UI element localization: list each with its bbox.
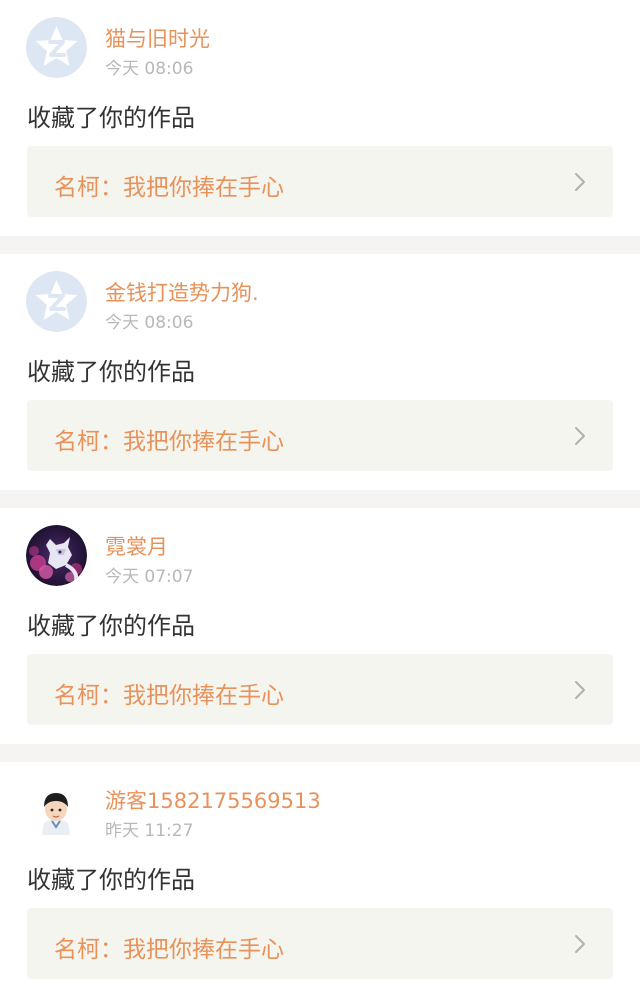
- work-link[interactable]: 名柯：我把你捧在手心: [27, 654, 613, 725]
- username[interactable]: 霓裳月: [105, 531, 168, 561]
- notification-feed: 猫与旧时光 今天 08:06 收藏了你的作品 名柯：我把你捧在手心 金钱打造势力…: [0, 0, 640, 998]
- notification-card: 猫与旧时光 今天 08:06 收藏了你的作品 名柯：我把你捧在手心: [0, 0, 640, 236]
- chevron-right-icon: [575, 427, 585, 445]
- default-avatar-icon[interactable]: [26, 17, 87, 78]
- chevron-right-icon: [575, 173, 585, 191]
- work-title: 名柯：我把你捧在手心: [54, 175, 284, 201]
- fox-avatar-icon[interactable]: [26, 525, 87, 586]
- action-text: 收藏了你的作品: [27, 612, 195, 640]
- card-separator: [0, 490, 640, 508]
- timestamp: 今天 08:06: [105, 59, 194, 79]
- timestamp: 昨天 11:27: [105, 821, 194, 841]
- work-link[interactable]: 名柯：我把你捧在手心: [27, 146, 613, 217]
- card-separator: [0, 236, 640, 254]
- boy-avatar-icon[interactable]: [26, 779, 87, 840]
- notification-card: 游客1582175569513 昨天 11:27 收藏了你的作品 名柯：我把你捧…: [0, 762, 640, 998]
- work-title: 名柯：我把你捧在手心: [54, 683, 284, 709]
- username[interactable]: 猫与旧时光: [105, 23, 210, 53]
- timestamp: 今天 08:06: [105, 313, 194, 333]
- action-text: 收藏了你的作品: [27, 358, 195, 386]
- work-title: 名柯：我把你捧在手心: [54, 937, 284, 963]
- action-text: 收藏了你的作品: [27, 866, 195, 894]
- work-link[interactable]: 名柯：我把你捧在手心: [27, 908, 613, 979]
- timestamp: 今天 07:07: [105, 567, 194, 587]
- notification-card: 金钱打造势力狗. 今天 08:06 收藏了你的作品 名柯：我把你捧在手心: [0, 254, 640, 490]
- chevron-right-icon: [575, 681, 585, 699]
- default-avatar-icon[interactable]: [26, 271, 87, 332]
- username[interactable]: 游客1582175569513: [105, 785, 321, 815]
- work-link[interactable]: 名柯：我把你捧在手心: [27, 400, 613, 471]
- action-text: 收藏了你的作品: [27, 104, 195, 132]
- card-separator: [0, 744, 640, 762]
- notification-card: 霓裳月 今天 07:07 收藏了你的作品 名柯：我把你捧在手心: [0, 508, 640, 744]
- username[interactable]: 金钱打造势力狗.: [105, 277, 259, 307]
- work-title: 名柯：我把你捧在手心: [54, 429, 284, 455]
- chevron-right-icon: [575, 935, 585, 953]
